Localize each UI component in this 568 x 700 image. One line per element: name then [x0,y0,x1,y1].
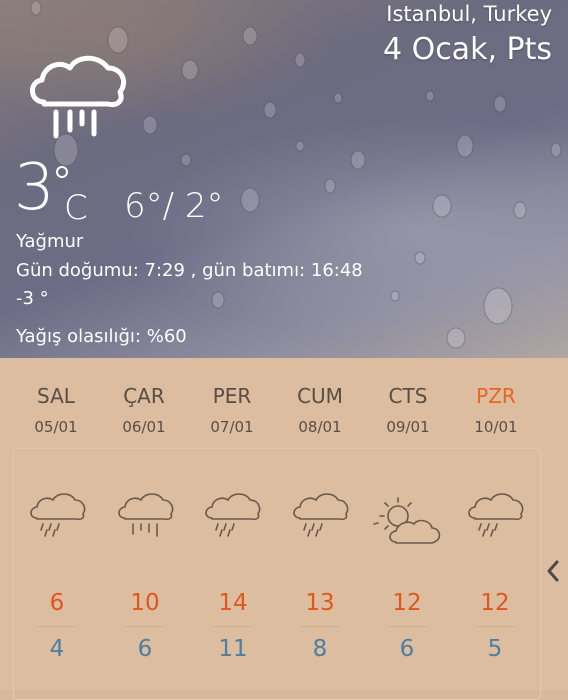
current-temperature: 3 [14,151,55,225]
forecast-day-1[interactable]: ÇAR 06/01 [100,384,188,436]
day-name: PER [212,384,252,408]
forecast-low: 4 [49,636,65,662]
forecast-high: 14 [218,590,248,616]
heavy-rain-icon [118,493,174,537]
day-name: SAL [37,384,75,408]
forecast-low: 11 [218,636,248,662]
day-name: CUM [297,384,343,408]
condition-label: Yağmur [16,231,84,252]
forecast-low: 6 [137,636,153,662]
day-date: 07/01 [210,418,254,436]
forecast-low: 8 [312,636,328,662]
forecast-high: 13 [305,590,335,616]
forecast-day-0[interactable]: SAL 05/01 [12,384,100,436]
day-name: PZR [476,384,516,408]
rain-icon [293,493,349,537]
rain-icon [205,493,261,537]
forecast-high: 10 [130,590,160,616]
temperature-unit: C [64,188,88,228]
chevron-left-icon[interactable] [544,558,562,584]
high-low-temperature: 6°/ 2° [124,186,224,226]
cloud-rain-icon [30,55,126,139]
forecast-low: 6 [399,636,415,662]
sunrise-sunset: Gün doğumu: 7:29 , gün batımı: 16:48 [16,260,363,281]
day-name: ÇAR [123,384,165,408]
rain-probability: Yağış olasılığı: %60 [16,326,187,347]
day-date: 10/01 [474,418,518,436]
rain-icon [30,493,86,537]
forecast-card [13,448,541,700]
divider [213,626,253,627]
rain-icon [468,493,524,537]
forecast-high: 6 [49,590,65,616]
forecast-day-row: SAL 05/01 ÇAR 06/01 PER 07/01 CUM 08/01 … [12,384,540,444]
forecast-high: 12 [480,590,510,616]
divider [300,626,340,627]
divider [37,626,77,627]
divider [475,626,515,627]
day-date: 08/01 [298,418,342,436]
forecast-panel: SAL 05/01 ÇAR 06/01 PER 07/01 CUM 08/01 … [0,358,568,700]
day-name: CTS [388,384,428,408]
date-label: 4 Ocak, Pts [382,32,552,67]
day-date: 06/01 [122,418,166,436]
feels-like-temperature: -3 ° [16,288,49,309]
forecast-day-5[interactable]: PZR 10/01 [452,384,540,436]
forecast-low: 5 [487,636,503,662]
location-label[interactable]: Istanbul, Turkey [386,2,552,26]
day-date: 05/01 [34,418,78,436]
partly-sunny-icon [373,497,441,544]
forecast-high: 12 [392,590,422,616]
forecast-day-3[interactable]: CUM 08/01 [276,384,364,436]
divider [387,626,427,627]
forecast-day-4[interactable]: CTS 09/01 [364,384,452,436]
current-weather-panel: Istanbul, Turkey 4 Ocak, Pts 3 C 6°/ 2° … [0,0,568,358]
day-date: 09/01 [386,418,430,436]
divider [125,626,165,627]
degree-symbol [56,166,68,178]
forecast-day-2[interactable]: PER 07/01 [188,384,276,436]
